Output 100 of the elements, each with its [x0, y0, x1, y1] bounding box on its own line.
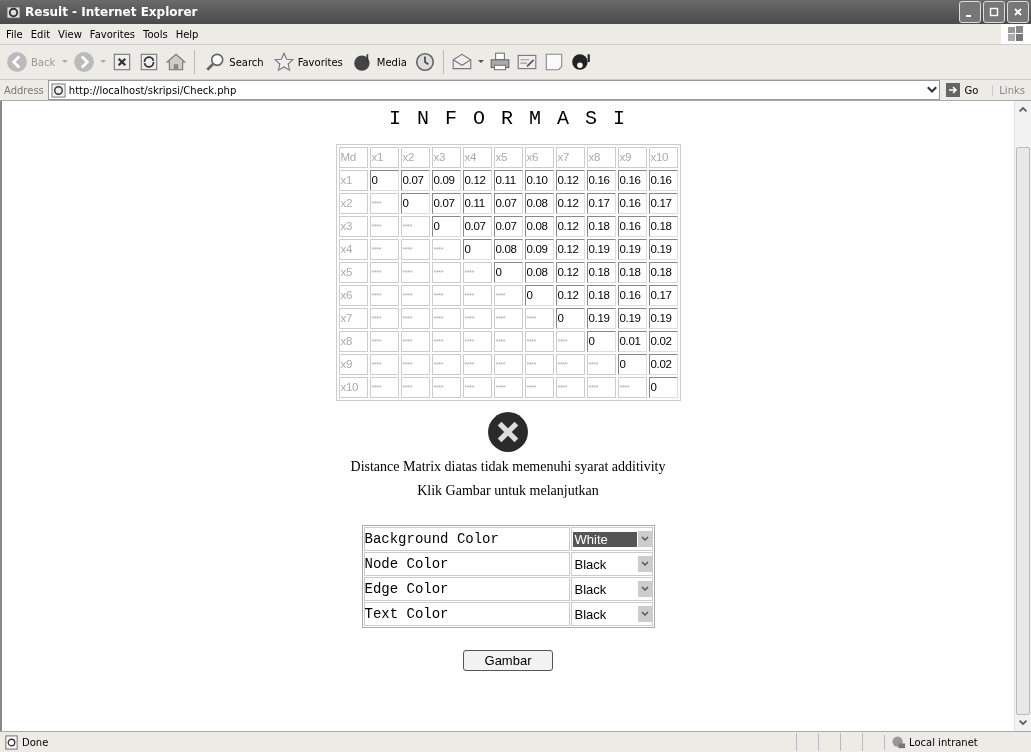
matrix-cell: 0.08	[524, 193, 554, 214]
matrix-cell: 0.16	[617, 216, 647, 237]
close-icon	[1013, 7, 1023, 17]
matrix-cell: 0.17	[648, 285, 678, 306]
column-header: Md	[338, 147, 368, 168]
menu-item[interactable]: Edit	[28, 28, 57, 40]
color-select[interactable]: White	[571, 529, 652, 549]
matrix-cell: 0.07	[493, 193, 523, 214]
minimize-icon	[965, 15, 971, 17]
windows-logo-icon	[1001, 24, 1031, 44]
matrix-cell: 0.12	[555, 216, 585, 237]
row-header: x8	[338, 331, 368, 352]
matrix-cell: 0.07	[400, 170, 430, 191]
matrix-cell: 0.16	[617, 285, 647, 306]
setting-label: Text Color	[364, 606, 449, 622]
matrix-cell: 0.09	[431, 170, 461, 191]
matrix-cell: 0.02	[648, 354, 678, 375]
matrix-cell: 0	[524, 285, 554, 306]
matrix-cell: 0.08	[524, 262, 554, 283]
matrix-cell: 0	[617, 354, 647, 375]
error-icon[interactable]	[487, 411, 529, 453]
instruction-text: Klik Gambar untuk melanjutkan	[417, 483, 599, 499]
address-label: Address	[4, 84, 44, 96]
page-heading: I N F O R M A S I	[388, 107, 627, 130]
menu-item[interactable]: Tools	[141, 28, 174, 40]
matrix-cell: 0.07	[462, 216, 492, 237]
matrix-cell: 0.19	[586, 308, 616, 329]
matrix-cell: 0.18	[586, 262, 616, 283]
minimize-button[interactable]	[959, 1, 981, 23]
page-icon	[4, 734, 19, 750]
matrix-cell: 0.18	[617, 262, 647, 283]
maximize-button[interactable]	[983, 1, 1005, 23]
network-icon	[891, 734, 906, 750]
matrix-cell: 0.19	[617, 239, 647, 260]
menu-item[interactable]: File	[4, 28, 29, 40]
matrix-cell: 0.18	[648, 262, 678, 283]
favorites-button[interactable]: Favorites	[270, 49, 345, 75]
matrix-cell: 0.12	[555, 170, 585, 191]
matrix-cell: 0.07	[493, 216, 523, 237]
matrix-cell: 0.02	[648, 331, 678, 352]
star-icon	[272, 51, 295, 73]
matrix-cell: 0.17	[648, 193, 678, 214]
matrix-cell: 0.19	[586, 239, 616, 260]
media-button[interactable]: Media	[349, 49, 409, 75]
matrix-cell: 0	[400, 193, 430, 214]
matrix-cell: 0.11	[462, 193, 492, 214]
column-header: x4	[462, 147, 492, 168]
search-button[interactable]: Search	[202, 49, 266, 75]
matrix-cell: 0	[462, 239, 492, 260]
matrix-cell: 0.01	[617, 331, 647, 352]
row-header: x4	[338, 239, 368, 260]
matrix-cell: 0.12	[555, 239, 585, 260]
matrix-cell: 0.16	[617, 170, 647, 191]
row-header: x10	[338, 377, 368, 398]
messenger-icon[interactable]	[569, 51, 592, 73]
menu-item[interactable]: Help	[173, 28, 205, 40]
vertical-scrollbar[interactable]	[1014, 101, 1031, 731]
matrix-cell: 0	[555, 308, 585, 329]
home-icon[interactable]	[165, 51, 188, 73]
matrix-cell: 0.08	[493, 239, 523, 260]
browser-icon	[6, 4, 21, 20]
matrix-cell: 0.08	[524, 216, 554, 237]
matrix-cell: 0	[369, 170, 399, 191]
matrix-cell: 0.12	[555, 262, 585, 283]
menu-item[interactable]: Favorites	[87, 28, 141, 40]
column-header: x7	[555, 147, 585, 168]
row-header: x1	[338, 170, 368, 191]
row-header: x7	[338, 308, 368, 329]
arrow-icon	[946, 83, 961, 97]
matrix-cell: 0.18	[648, 216, 678, 237]
column-header: x6	[524, 147, 554, 168]
matrix-cell: 0.07	[431, 193, 461, 214]
matrix-cell: 0	[586, 331, 616, 352]
row-header: x9	[338, 354, 368, 375]
column-header: x5	[493, 147, 523, 168]
matrix-cell: 0.16	[586, 170, 616, 191]
matrix-cell: 0	[648, 377, 678, 398]
matrix-cell: 0.12	[462, 170, 492, 191]
history-icon[interactable]	[413, 51, 436, 73]
close-button[interactable]	[1007, 1, 1029, 23]
column-header: x3	[431, 147, 461, 168]
go-button[interactable]: Go	[944, 83, 989, 97]
window-title: Result - Internet Explorer	[25, 5, 199, 19]
caret-icon[interactable]	[477, 60, 484, 64]
column-header: x8	[586, 147, 616, 168]
column-header: x9	[617, 147, 647, 168]
draw-button[interactable]: Gambar	[463, 650, 553, 671]
column-header: x2	[400, 147, 430, 168]
row-header: x3	[338, 216, 368, 237]
row-header: x2	[338, 193, 368, 214]
matrix-cell: 0.10	[524, 170, 554, 191]
matrix-cell: 0.12	[555, 193, 585, 214]
matrix-cell: 0	[493, 262, 523, 283]
printer-icon[interactable]	[488, 51, 511, 73]
row-header: x5	[338, 262, 368, 283]
error-message: Distance Matrix diatas tidak memenuhi syarat additivity	[350, 459, 666, 475]
menu-item[interactable]: View	[56, 28, 88, 40]
matrix-cell: 0.16	[617, 193, 647, 214]
column-header: x10	[648, 147, 678, 168]
address-field[interactable]: http://localhost/skripsi/Check.php	[47, 80, 941, 100]
